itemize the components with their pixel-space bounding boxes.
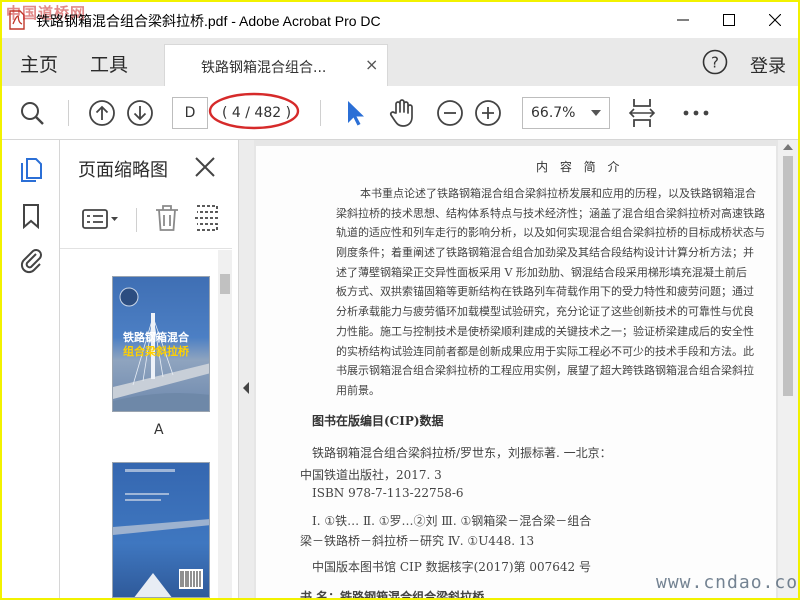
cip-line: Ⅰ. ①铁… Ⅱ. ①罗…②刘 Ⅲ. ①钢箱梁－混合梁－组合 (312, 514, 592, 528)
paperclip-icon (20, 249, 42, 274)
search-icon (21, 102, 44, 125)
hand-tool-button[interactable] (384, 95, 420, 131)
zoom-out-button[interactable] (432, 95, 468, 131)
toolbar: D ( 4 / 482 ) 66.7% (2, 86, 798, 140)
cip-line: 中国铁道出版社，2017. 3 (300, 468, 442, 482)
search-button[interactable] (14, 95, 50, 131)
cip-line: ISBN 978-7-113-22758-6 (312, 486, 464, 500)
summary-paragraph: 本书重点论述了铁路钢箱混合组合梁斜拉桥发展和应用的历程，以及铁路钢箱混合 梁斜拉… (336, 184, 776, 401)
select-tool-button[interactable] (336, 95, 372, 131)
maximize-icon (723, 14, 735, 26)
next-page-button[interactable] (122, 95, 158, 131)
section-title: 内 容 简 介 (536, 160, 624, 174)
paragraph-line: 板方式、双拱索锚固箱等更新结构在铁路列车荷载作用下的受力特性和疲劳问题；通过 (336, 285, 754, 299)
arrow-up-circle-icon (89, 100, 115, 126)
chevron-down-icon (591, 110, 601, 116)
paragraph-line: 书展示钢箱混合组合梁斜拉桥的工程应用实例，展望了超大跨铁路钢箱混合组合梁斜拉 (336, 364, 754, 378)
previous-page-button[interactable] (84, 95, 120, 131)
watermark-bottom: www.cndao.com (656, 572, 798, 593)
login-button[interactable]: 登录 (750, 52, 786, 78)
cursor-arrow-icon (348, 101, 364, 126)
document-tab[interactable]: 铁路钢箱混合组合... × (164, 44, 388, 86)
thumbnail-options-icon[interactable] (82, 208, 120, 230)
zoom-in-icon (475, 100, 501, 126)
paragraph-line: 本书重点论述了铁路钢箱混合组合梁斜拉桥发展和应用的历程，以及铁路钢箱混合 (360, 187, 756, 200)
acrobat-window: 中国道桥网 铁路钢箱混合组合梁斜拉桥.pdf - Adobe Acrobat P… (2, 2, 798, 598)
paragraph-line: 用前景。 (336, 383, 380, 397)
paragraph-line: 轨道的适应性和列车走行的影响分析，以及如何实现混合组合梁斜拉桥的目标成桥状态与 (336, 226, 765, 240)
cover-title-line2: 组合梁斜拉桥 (123, 345, 189, 358)
paragraph-line: 分析承载能力与疲劳循环加载模型试验研究，充分论证了这些创新技术的可靠性与优良 (336, 305, 754, 319)
extract-pages-icon[interactable] (194, 204, 220, 232)
page-thumbnail[interactable]: 铁路钢箱混合 组合梁斜拉桥 (112, 276, 210, 412)
paragraph-line: 的实桥结构试验连同前者都是创新成果应用于实际工程必不可少的技术手段和方法。此 (336, 344, 754, 358)
window-title: 铁路钢箱混合组合梁斜拉桥.pdf - Adobe Acrobat Pro DC (36, 13, 381, 29)
panel-scrollbar[interactable] (218, 250, 232, 598)
paragraph-line: 梁斜拉桥的技术思想、结构体系特点与技术经济性；涵盖了混合组合梁斜拉桥对高速铁路 (336, 206, 765, 220)
document-scroll-thumb[interactable] (783, 156, 793, 396)
page-number-input[interactable]: D (172, 97, 208, 129)
zoom-out-icon (437, 100, 463, 126)
zoom-in-button[interactable] (470, 95, 506, 131)
maximize-button[interactable] (706, 2, 752, 38)
document-tab-label: 铁路钢箱混合组合... (201, 60, 327, 76)
more-tools-button[interactable] (678, 95, 714, 131)
collapse-panel-icon[interactable] (242, 382, 250, 394)
more-horizontal-icon (683, 110, 709, 116)
svg-text:?: ? (711, 54, 719, 72)
paragraph-line: 述了薄壁钢箱梁正交异性面板采用 V 形加劲肋、钢混结合段采用梯形填充混凝土前后 (336, 265, 747, 279)
cip-heading: 图书在版编目(CIP)数据 (312, 414, 444, 428)
minimize-button[interactable] (660, 2, 706, 38)
panel-separator (60, 248, 232, 249)
title-bar: 中国道桥网 铁路钢箱混合组合梁斜拉桥.pdf - Adobe Acrobat P… (2, 2, 798, 38)
zoom-select[interactable]: 66.7% (522, 97, 610, 129)
bookmark-icon (23, 204, 39, 229)
cip-line: 书 名：铁路钢箱混合组合梁斜拉桥 (300, 590, 485, 598)
panel-toolbar (60, 196, 238, 240)
close-icon (769, 14, 781, 26)
top-nav: 主页 工具 铁路钢箱混合组合... × ? 登录 (2, 38, 798, 86)
trash-icon[interactable] (154, 204, 180, 232)
tools-tab[interactable]: 工具 (90, 50, 128, 77)
fit-page-icon (628, 99, 656, 127)
page-thumbnails-button[interactable] (17, 156, 45, 184)
close-window-button[interactable] (752, 2, 798, 38)
toolbar-divider (68, 100, 69, 126)
toolbar-divider (320, 100, 321, 126)
panel-scroll-thumb[interactable] (220, 274, 230, 294)
panel-close-icon[interactable] (194, 156, 216, 178)
cip-line: 铁路钢箱混合组合梁斜拉桥/罗世东，刘振标著. 一北京： (312, 446, 612, 460)
paragraph-line: 力性能。施工与控制技术是使桥梁顺利建成的关键技术之一；验证桥梁建成后的安全性 (336, 324, 754, 338)
thumbnail-label: A (154, 422, 164, 438)
panel-splitter[interactable] (238, 140, 254, 598)
attachments-button[interactable] (17, 246, 45, 274)
minimize-icon (677, 19, 689, 21)
document-view: 内 容 简 介 本书重点论述了铁路钢箱混合组合梁斜拉桥发展和应用的历程，以及铁路… (254, 140, 798, 598)
document-tab-close-button[interactable]: × (365, 55, 378, 74)
scroll-up-icon[interactable] (783, 144, 793, 150)
navigation-rail (2, 140, 60, 598)
panel-divider (136, 208, 137, 232)
paragraph-line: 刚度条件；着重阐述了铁路钢箱混合组合加劲梁及其结合段结构设计计算分析方法；并 (336, 246, 754, 260)
page-count: ( 4 / 482 ) (222, 105, 292, 121)
zoom-value: 66.7% (531, 105, 576, 121)
hand-icon (389, 99, 413, 127)
document-scrollbar[interactable] (778, 140, 798, 598)
page-thumbnail[interactable] (112, 462, 210, 598)
back-cover-image (113, 469, 209, 597)
thumbnails-panel: 页面缩略图 铁路钢箱混合 组合梁斜拉桥 A (60, 140, 238, 598)
arrow-down-circle-icon (127, 100, 153, 126)
cip-line: 梁－铁路桥－斜拉桥－研究 Ⅳ. ①U448. 13 (300, 534, 535, 548)
panel-title: 页面缩略图 (78, 160, 168, 181)
help-icon[interactable]: ? (702, 49, 728, 75)
home-tab[interactable]: 主页 (20, 50, 58, 77)
fit-width-button[interactable] (624, 95, 660, 131)
cip-line: 中国版本图书馆 CIP 数据核字(2017)第 007642 号 (312, 560, 591, 574)
bookmarks-button[interactable] (17, 202, 45, 230)
pdf-page: 内 容 简 介 本书重点论述了铁路钢箱混合组合梁斜拉桥发展和应用的历程，以及铁路… (256, 146, 776, 598)
pages-icon (21, 158, 42, 182)
